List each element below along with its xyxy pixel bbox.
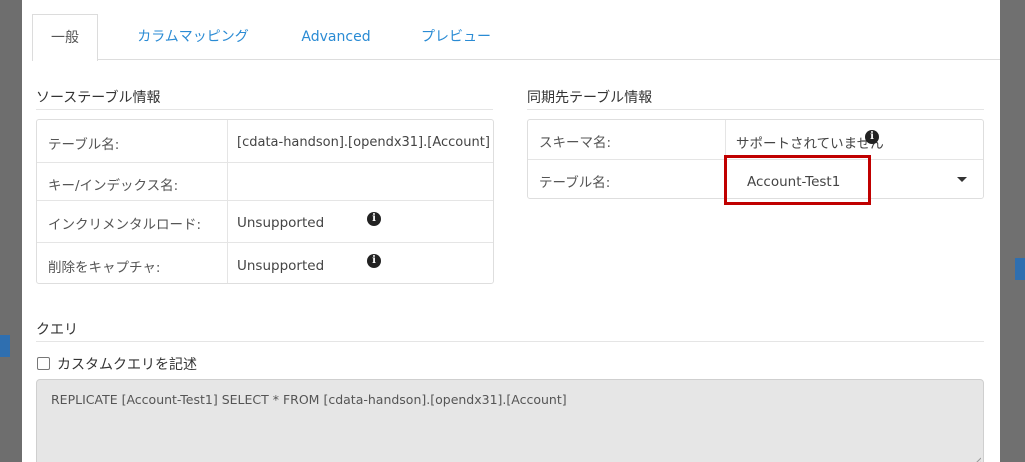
- backdrop-left: [0, 0, 22, 462]
- schema-name-value: サポートされていません: [736, 136, 884, 152]
- query-divider: [36, 341, 984, 342]
- backdrop-marker: [0, 335, 10, 357]
- source-table-properties: テーブル名: [cdata-handson].[opendx31].[Accou…: [36, 119, 494, 284]
- property-row: 削除をキャプチャ: Unsupported i: [37, 242, 493, 284]
- property-row: テーブル名: [cdata-handson].[opendx31].[Accou…: [37, 120, 493, 162]
- tab-column-mapping[interactable]: カラムマッピング: [118, 14, 268, 60]
- property-key: スキーマ名:: [539, 135, 612, 151]
- resize-grip-icon[interactable]: [971, 456, 981, 462]
- info-icon[interactable]: i: [367, 254, 381, 268]
- incremental-load-value: Unsupported: [237, 215, 325, 231]
- property-key: テーブル名:: [539, 175, 611, 191]
- info-icon[interactable]: i: [865, 130, 879, 144]
- custom-query-label[interactable]: カスタムクエリを記述: [57, 354, 197, 374]
- table-settings-modal: 一般 カラムマッピング Advanced プレビュー ソーステーブル情報 テーブ…: [22, 0, 1000, 462]
- tab-general[interactable]: 一般: [32, 14, 98, 61]
- capture-deletes-value: Unsupported: [237, 258, 325, 274]
- property-row: キー/インデックス名:: [37, 162, 493, 200]
- query-textarea[interactable]: REPLICATE [Account-Test1] SELECT * FROM …: [36, 379, 984, 462]
- tab-advanced[interactable]: Advanced: [286, 14, 386, 60]
- property-row: スキーマ名: サポートされていません i: [528, 120, 983, 159]
- source-table-name-value: [cdata-handson].[opendx31].[Account]: [237, 135, 490, 150]
- property-key: テーブル名:: [48, 137, 120, 153]
- source-section-title: ソーステーブル情報: [36, 90, 161, 106]
- property-key: インクリメンタルロード:: [48, 217, 202, 233]
- query-text: REPLICATE [Account-Test1] SELECT * FROM …: [51, 392, 567, 407]
- tab-preview[interactable]: プレビュー: [406, 14, 506, 60]
- backdrop-marker: [1015, 258, 1025, 280]
- property-key: キー/インデックス名:: [48, 178, 179, 194]
- backdrop-right: [1000, 0, 1025, 462]
- info-icon[interactable]: i: [367, 212, 381, 226]
- custom-query-checkbox[interactable]: [37, 357, 50, 370]
- chevron-down-icon: [957, 177, 967, 182]
- destination-divider: [527, 109, 984, 110]
- source-divider: [36, 109, 493, 110]
- tab-bar: 一般 カラムマッピング Advanced プレビュー: [32, 14, 1000, 61]
- destination-section-title: 同期先テーブル情報: [527, 90, 653, 106]
- highlight-annotation: [724, 155, 871, 205]
- query-section-title: クエリ: [36, 322, 78, 338]
- property-row: インクリメンタルロード: Unsupported i: [37, 200, 493, 242]
- property-key: 削除をキャプチャ:: [48, 260, 161, 276]
